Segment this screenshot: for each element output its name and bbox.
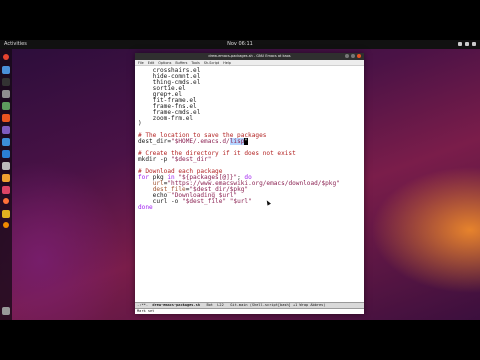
window-controls (345, 54, 361, 58)
maximize-icon[interactable] (351, 54, 355, 58)
code-token: " (244, 138, 249, 146)
code-token: done (138, 203, 153, 211)
mode-line[interactable]: -:**- drew-emacs-packages.sh Bot L22 Git… (135, 302, 364, 309)
code-text[interactable]: crosshairs.el hide-comnt.el thing-cmds.e… (138, 67, 340, 211)
code-token: "$url" (229, 197, 252, 205)
network-icon (458, 42, 462, 46)
software-icon[interactable] (2, 114, 10, 122)
menu-item-buffers[interactable]: Buffers (175, 60, 187, 65)
code-token: dest_dir= (138, 138, 172, 146)
chrome-icon[interactable] (3, 54, 9, 60)
dock (0, 49, 12, 320)
code-token: "$HOME/.emacs.d/ (171, 138, 230, 146)
editor-buffer[interactable]: crosshairs.el hide-comnt.el thing-cmds.e… (135, 66, 364, 302)
window-titlebar[interactable]: drew-emacs-packages.sh - GNU Emacs at ka… (135, 53, 364, 60)
window-title: drew-emacs-packages.sh - GNU Emacs at ka… (208, 54, 291, 58)
menu-item-help[interactable]: Help (223, 60, 231, 65)
system-tray[interactable] (458, 40, 476, 46)
text-editor-icon[interactable] (2, 102, 10, 110)
emacs-window: drew-emacs-packages.sh - GNU Emacs at ka… (135, 53, 364, 314)
menu-item-tools[interactable]: Tools (191, 60, 199, 65)
code-token: lisp (229, 138, 245, 146)
top-panel: Activities Nov 06:11 (0, 40, 480, 49)
code-token: "$dest_dir" (171, 156, 212, 164)
files-icon[interactable] (2, 66, 10, 74)
music-icon[interactable] (2, 174, 10, 182)
photos-icon[interactable] (2, 186, 10, 194)
trash-icon[interactable] (2, 307, 10, 315)
modeline-status: -:**- (137, 303, 148, 307)
menu-item-sh-script[interactable]: Sh-Script (204, 60, 219, 65)
modeline-position: Bot (206, 303, 213, 307)
store-icon[interactable] (2, 210, 10, 218)
minimize-icon[interactable] (345, 54, 349, 58)
firefox-icon[interactable] (3, 198, 9, 204)
desktop: Activities Nov 06:11 drew-emacs-packages… (0, 40, 480, 320)
emacs-icon[interactable] (2, 126, 10, 134)
menu-item-options[interactable]: Options (158, 60, 171, 65)
letterbox-top (0, 0, 480, 40)
letterbox-bottom (0, 320, 480, 360)
modeline-line: L22 (217, 303, 224, 307)
menu-item-file[interactable]: File (138, 60, 144, 65)
vscode-icon[interactable] (2, 150, 10, 158)
modeline-filename: drew-emacs-packages.sh (152, 303, 200, 307)
code-token: mkdir -p (138, 156, 172, 164)
clock[interactable]: Nov 06:11 (0, 40, 480, 49)
code-token: "$dest_file" (182, 197, 227, 205)
close-icon[interactable] (357, 54, 361, 58)
settings-icon[interactable] (2, 90, 10, 98)
vlc-icon[interactable] (3, 222, 9, 228)
help-icon[interactable] (2, 138, 10, 146)
echo-area: Mark set (135, 309, 364, 314)
modeline-mode: Git-main (Shell-script[bash] +1 Wrap Abb… (230, 303, 326, 307)
code-token: zoom-frm.el (138, 114, 194, 122)
menu-item-edit[interactable]: Edit (148, 60, 155, 65)
power-icon (472, 42, 476, 46)
terminal-icon[interactable] (2, 78, 10, 86)
volume-icon (465, 42, 469, 46)
code-line[interactable]: done (138, 203, 340, 211)
code-token: ) (138, 120, 142, 128)
camera-icon[interactable] (2, 162, 10, 170)
